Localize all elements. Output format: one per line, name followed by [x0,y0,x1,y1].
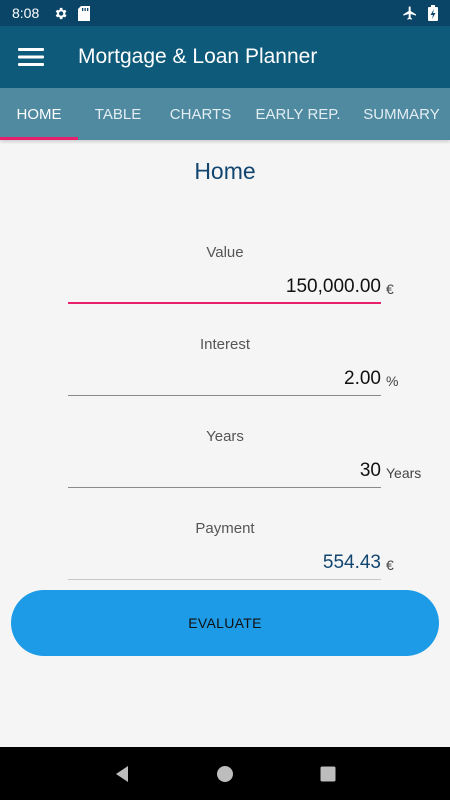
tab-label: SUMMARY [363,105,440,123]
hamburger-icon[interactable] [0,26,62,88]
tab-label: EARLY REP. [255,105,341,123]
tab-charts[interactable]: CHARTS [158,88,243,140]
tab-early-rep[interactable]: EARLY REP. [243,88,353,140]
battery-charging-icon [428,5,438,21]
years-unit: Years [386,465,422,481]
airplane-icon [402,5,418,21]
tab-bar: HOME TABLE CHARTS EARLY REP. SUMMARY [0,88,450,140]
payment-underline [68,579,381,580]
years-input-text: 30 [359,460,381,481]
value-field-group: Value [0,244,450,261]
status-time: 8:08 [12,5,40,21]
payment-output-text: 554.43 [322,552,381,573]
interest-field-group: Interest [0,336,450,353]
payment-field-group: Payment [0,520,450,537]
years-underline [68,487,381,488]
status-bar: 8:08 [0,0,450,26]
tab-label: CHARTS [169,105,232,123]
years-label: Years [206,428,244,445]
tab-label: TABLE [94,105,142,123]
interest-unit: % [386,373,399,389]
payment-output: 554.43 [68,548,381,580]
system-nav-bar [0,747,450,800]
value-input-text: 150,000.00 [285,276,381,297]
home-icon[interactable] [205,754,245,794]
tab-home[interactable]: HOME [0,88,78,140]
tab-summary[interactable]: SUMMARY [353,88,450,140]
value-unit: € [386,281,394,297]
years-input[interactable]: 30 [68,456,381,488]
interest-input[interactable]: 2.00 [68,364,381,396]
tab-label: HOME [16,105,62,123]
payment-unit: € [386,557,394,573]
app-bar: Mortgage & Loan Planner [0,26,450,88]
years-field-group: Years [0,428,450,445]
interest-underline [68,395,381,396]
app-title: Mortgage & Loan Planner [78,45,318,68]
value-label: Value [206,244,244,261]
back-icon[interactable] [102,754,142,794]
page-title: Home [194,158,256,184]
interest-label: Interest [199,336,251,353]
tab-table[interactable]: TABLE [78,88,158,140]
evaluate-button[interactable]: EVALUATE [11,590,439,656]
sd-card-icon [78,5,91,21]
recents-icon[interactable] [308,754,348,794]
value-underline [68,302,381,304]
payment-label: Payment [195,520,255,537]
gear-icon [53,6,68,21]
value-input[interactable]: 150,000.00 [68,272,381,304]
interest-input-text: 2.00 [344,368,381,389]
